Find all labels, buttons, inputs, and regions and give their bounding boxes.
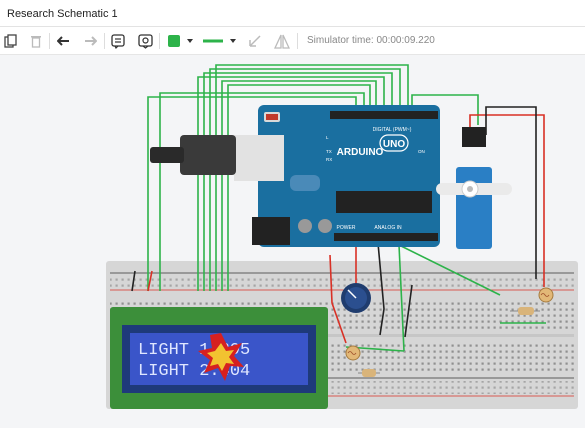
power-header-label: POWER bbox=[337, 225, 356, 231]
line-style-picker[interactable] bbox=[200, 31, 240, 51]
delete-icon[interactable] bbox=[27, 31, 45, 51]
potentiometer[interactable] bbox=[341, 283, 371, 313]
redo-icon[interactable] bbox=[81, 31, 99, 51]
circuit-canvas[interactable]: DIGITAL (PWM~) ANALOG IN POWER ARDUINO U… bbox=[0, 55, 585, 428]
tx-label: TX bbox=[326, 149, 332, 154]
rx-label: RX bbox=[326, 157, 332, 162]
fill-color-picker[interactable] bbox=[165, 31, 197, 51]
atmega-chip bbox=[336, 191, 432, 213]
arduino-brand: ARDUINO bbox=[337, 147, 384, 158]
circuit-diagram: DIGITAL (PWM~) ANALOG IN POWER ARDUINO U… bbox=[106, 64, 578, 409]
digital-header-label: DIGITAL (PWM~) bbox=[373, 127, 412, 133]
servo-motor[interactable] bbox=[436, 127, 512, 249]
lcd-display[interactable]: LIGHT 1:395 LIGHT 2:404 bbox=[110, 307, 328, 409]
view-toggle-icon[interactable] bbox=[136, 31, 154, 51]
usb-cable bbox=[150, 135, 236, 175]
simulator-time: Simulator time: 00:00:09.220 bbox=[307, 35, 435, 46]
toolbar bbox=[0, 27, 585, 55]
usb-port bbox=[234, 135, 284, 181]
arduino-model: UNO bbox=[383, 139, 405, 150]
rotate-icon[interactable] bbox=[246, 31, 264, 51]
window-title: Research Schematic 1 bbox=[7, 8, 118, 20]
title-bar: Research Schematic 1 bbox=[0, 0, 585, 27]
arduino-board[interactable]: DIGITAL (PWM~) ANALOG IN POWER ARDUINO U… bbox=[234, 105, 440, 247]
notes-icon[interactable] bbox=[109, 31, 127, 51]
photoresistor-2[interactable] bbox=[345, 345, 361, 361]
copy-icon[interactable] bbox=[2, 31, 20, 51]
on-label: ON bbox=[418, 149, 425, 154]
undo-icon[interactable] bbox=[55, 31, 73, 51]
photoresistor-1[interactable] bbox=[538, 287, 554, 303]
power-jack bbox=[252, 217, 290, 245]
mirror-icon[interactable] bbox=[272, 31, 292, 51]
analog-header-label: ANALOG IN bbox=[374, 225, 402, 231]
